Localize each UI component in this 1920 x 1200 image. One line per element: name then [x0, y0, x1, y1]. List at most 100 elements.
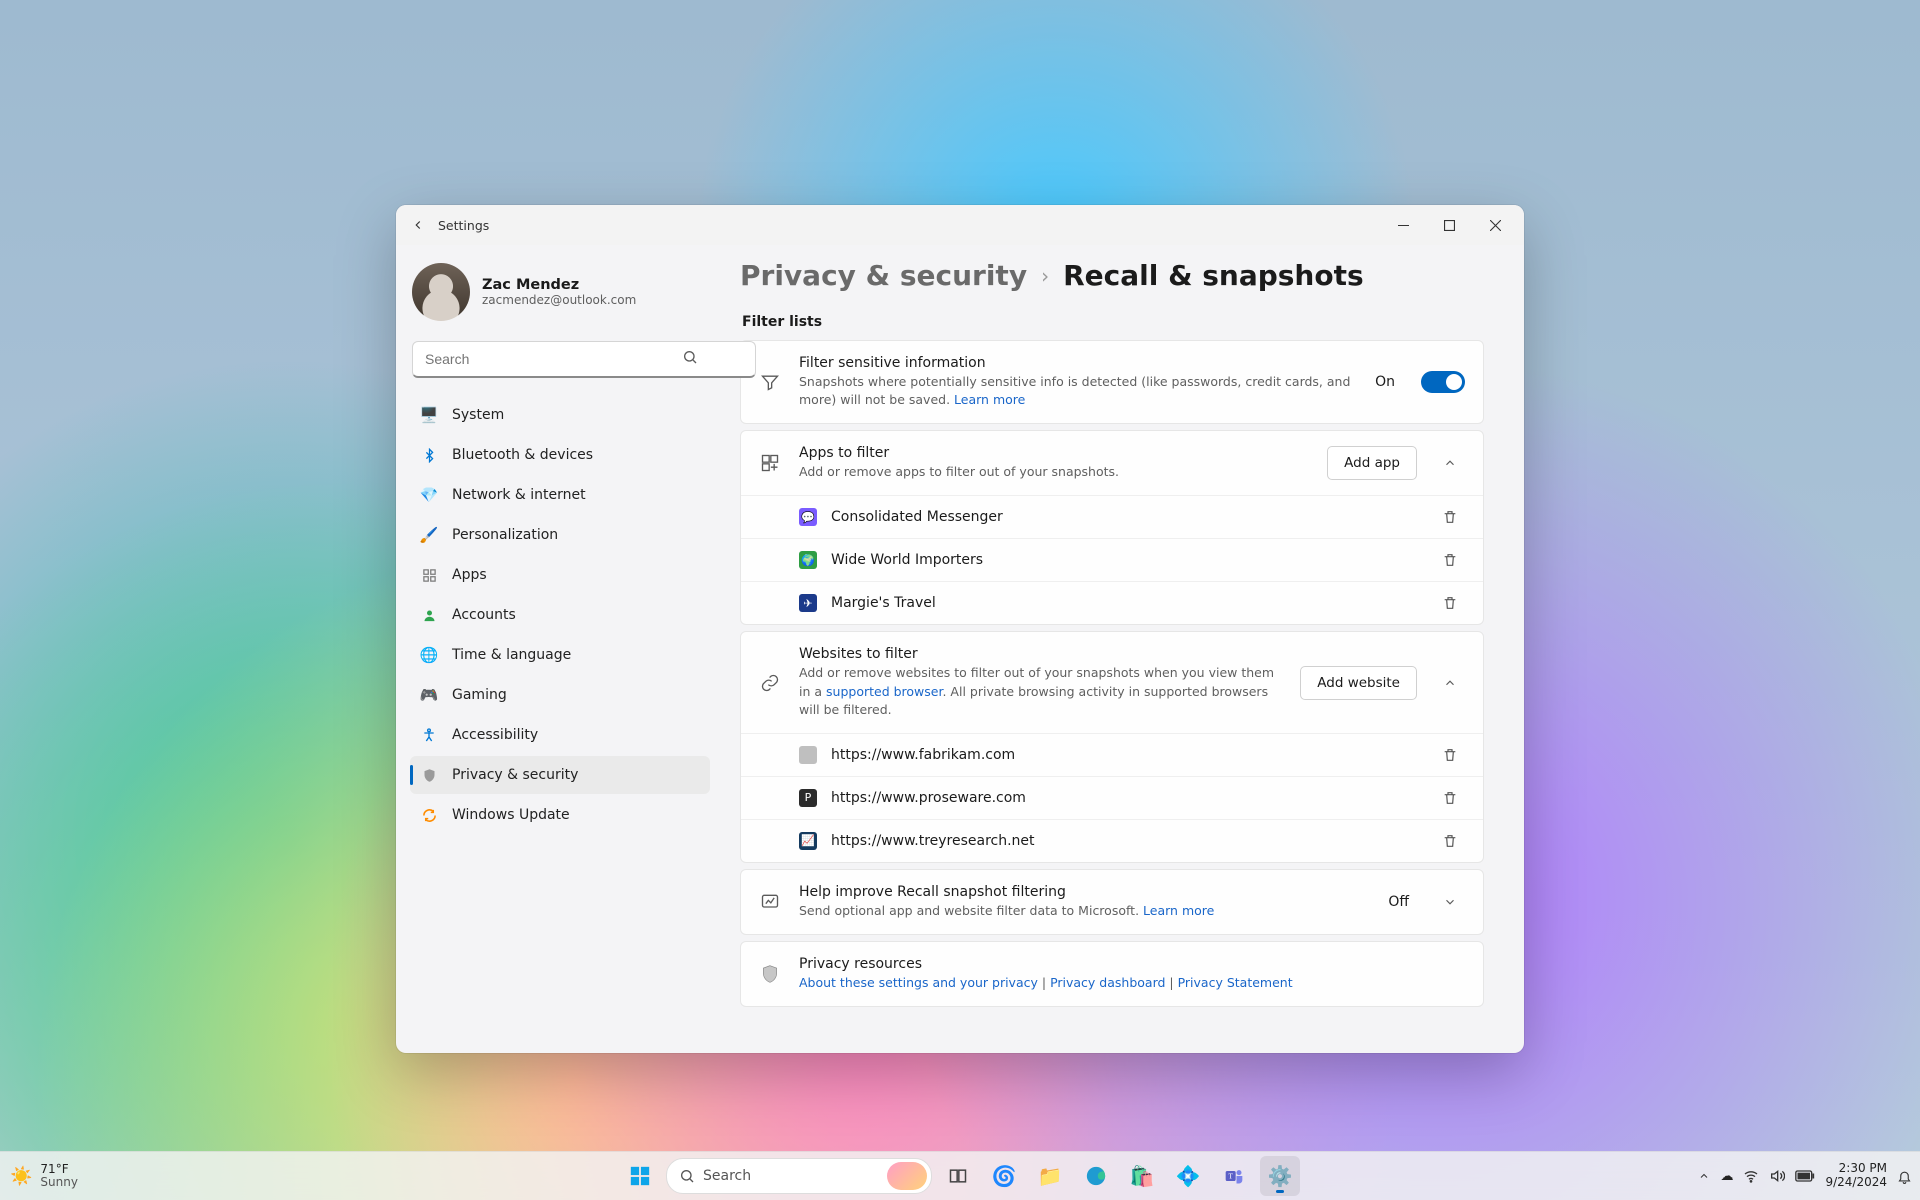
back-button[interactable]	[404, 211, 432, 239]
site-url: https://www.fabrikam.com	[831, 747, 1421, 763]
site-row: 📈 https://www.treyresearch.net	[741, 819, 1483, 862]
weather-cond: Sunny	[40, 1176, 78, 1189]
minimize-button[interactable]	[1380, 205, 1426, 245]
row-desc: Send optional app and website filter dat…	[799, 902, 1370, 920]
close-button[interactable]	[1472, 205, 1518, 245]
svg-text:T: T	[1228, 1172, 1233, 1181]
chevron-up-icon[interactable]	[1435, 456, 1465, 470]
window-title: Settings	[438, 218, 489, 233]
maximize-button[interactable]	[1426, 205, 1472, 245]
delete-button[interactable]	[1435, 833, 1465, 849]
toggle-label: On	[1375, 374, 1395, 390]
card-filter-sensitive: Filter sensitive information Snapshots w…	[740, 340, 1484, 424]
filter-icon	[759, 371, 781, 393]
app-icon: 💬	[799, 508, 817, 526]
taskbar-edge[interactable]	[1076, 1156, 1116, 1196]
tray-battery-icon[interactable]	[1795, 1170, 1815, 1182]
nav-windows-update[interactable]: Windows Update	[410, 796, 710, 834]
privacy-link[interactable]: Privacy Statement	[1178, 975, 1293, 990]
search-input[interactable]	[412, 341, 756, 378]
taskbar-store[interactable]: 🛍️	[1122, 1156, 1162, 1196]
system-tray: ☁ 2:30 PM 9/24/2024	[1698, 1162, 1912, 1190]
site-row: P https://www.proseware.com	[741, 776, 1483, 819]
task-view-button[interactable]	[938, 1156, 978, 1196]
taskbar-copilot[interactable]: 🌀	[984, 1156, 1024, 1196]
learn-more-link[interactable]: Learn more	[1143, 903, 1214, 918]
tray-wifi-icon[interactable]	[1743, 1168, 1759, 1184]
search-box[interactable]	[412, 341, 708, 378]
row-desc: Add or remove websites to filter out of …	[799, 664, 1282, 718]
taskbar-center: Search 🌀 📁 🛍️ 💠 T ⚙️	[620, 1156, 1300, 1196]
site-icon: 📈	[799, 832, 817, 850]
chevron-right-icon: ›	[1041, 264, 1049, 288]
privacy-icon	[420, 766, 438, 784]
user-name: Zac Mendez	[482, 277, 636, 293]
weather-icon: ☀️	[10, 1166, 32, 1187]
tray-overflow-icon[interactable]	[1698, 1170, 1710, 1182]
taskbar-teams[interactable]: T	[1214, 1156, 1254, 1196]
network-icon: 💎	[420, 486, 438, 504]
taskbar-clock[interactable]: 2:30 PM 9/24/2024	[1825, 1162, 1887, 1190]
delete-button[interactable]	[1435, 595, 1465, 611]
nav-system[interactable]: 🖥️System	[410, 396, 710, 434]
personalization-icon: 🖌️	[420, 526, 438, 544]
app-name: Wide World Importers	[831, 552, 1421, 568]
nav-accounts[interactable]: Accounts	[410, 596, 710, 634]
accessibility-icon	[420, 726, 438, 744]
clock-time: 2:30 PM	[1839, 1162, 1887, 1176]
nav-privacy-security[interactable]: Privacy & security	[410, 756, 710, 794]
delete-button[interactable]	[1435, 790, 1465, 806]
sidebar: Zac Mendez zacmendez@outlook.com 🖥️Syste…	[396, 245, 720, 1053]
taskbar-copilot-app[interactable]: 💠	[1168, 1156, 1208, 1196]
breadcrumb: Privacy & security › Recall & snapshots	[740, 259, 1484, 292]
taskbar-explorer[interactable]: 📁	[1030, 1156, 1070, 1196]
app-name: Margie's Travel	[831, 595, 1421, 611]
taskbar: ☀️ 71°F Sunny Search 🌀 📁 🛍️ 💠 T ⚙️	[0, 1151, 1920, 1200]
add-app-button[interactable]: Add app	[1327, 446, 1417, 480]
user-tile[interactable]: Zac Mendez zacmendez@outlook.com	[410, 259, 710, 331]
delete-button[interactable]	[1435, 552, 1465, 568]
nav-apps[interactable]: Apps	[410, 556, 710, 594]
nav: 🖥️System Bluetooth & devices 💎Network & …	[410, 396, 710, 834]
privacy-link[interactable]: About these settings and your privacy	[799, 975, 1038, 990]
tray-notifications-icon[interactable]	[1897, 1169, 1912, 1184]
nav-accessibility[interactable]: Accessibility	[410, 716, 710, 754]
nav-gaming[interactable]: 🎮Gaming	[410, 676, 710, 714]
breadcrumb-parent[interactable]: Privacy & security	[740, 259, 1027, 292]
taskbar-settings[interactable]: ⚙️	[1260, 1156, 1300, 1196]
card-sites-filter: Websites to filter Add or remove website…	[740, 631, 1484, 862]
chevron-down-icon	[1435, 895, 1465, 909]
add-website-button[interactable]: Add website	[1300, 666, 1417, 700]
user-email: zacmendez@outlook.com	[482, 293, 636, 307]
tray-onedrive-icon[interactable]: ☁	[1720, 1169, 1733, 1184]
taskbar-search[interactable]: Search	[666, 1158, 932, 1194]
site-row: https://www.fabrikam.com	[741, 733, 1483, 776]
card-apps-filter: Apps to filter Add or remove apps to fil…	[740, 430, 1484, 625]
search-icon	[679, 1168, 695, 1184]
site-url: https://www.proseware.com	[831, 790, 1421, 806]
taskbar-weather[interactable]: ☀️ 71°F Sunny	[10, 1163, 78, 1189]
accounts-icon	[420, 606, 438, 624]
nav-personalization[interactable]: 🖌️Personalization	[410, 516, 710, 554]
system-icon: 🖥️	[420, 406, 438, 424]
supported-browser-link[interactable]: supported browser	[826, 684, 942, 699]
card-improve-filtering[interactable]: Help improve Recall snapshot filtering S…	[740, 869, 1484, 935]
delete-button[interactable]	[1435, 747, 1465, 763]
app-name: Consolidated Messenger	[831, 509, 1421, 525]
nav-bluetooth[interactable]: Bluetooth & devices	[410, 436, 710, 474]
toggle-filter-sensitive[interactable]	[1421, 371, 1465, 393]
nav-network[interactable]: 💎Network & internet	[410, 476, 710, 514]
bluetooth-icon	[420, 446, 438, 464]
settings-window: Settings Zac Mendez zacmendez@outlook.co…	[396, 205, 1524, 1053]
privacy-link[interactable]: Privacy dashboard	[1050, 975, 1165, 990]
delete-button[interactable]	[1435, 509, 1465, 525]
nav-time-language[interactable]: 🌐Time & language	[410, 636, 710, 674]
site-icon: P	[799, 789, 817, 807]
tray-volume-icon[interactable]	[1769, 1168, 1785, 1184]
card-privacy-resources: Privacy resources About these settings a…	[740, 941, 1484, 1007]
row-desc: About these settings and your privacy | …	[799, 974, 1465, 992]
start-button[interactable]	[620, 1156, 660, 1196]
app-row: 🌍 Wide World Importers	[741, 538, 1483, 581]
learn-more-link[interactable]: Learn more	[954, 392, 1025, 407]
chevron-up-icon[interactable]	[1435, 676, 1465, 690]
